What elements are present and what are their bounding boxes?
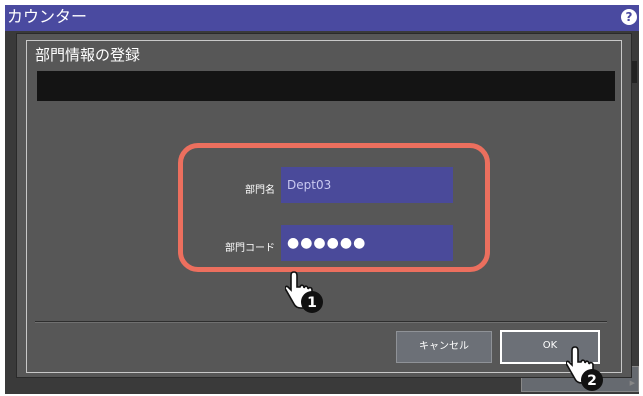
dialog-title: 部門情報の登録 xyxy=(35,46,141,64)
question-icon[interactable]: ? xyxy=(621,9,637,25)
window-title-text: カウンター xyxy=(7,7,88,26)
step-1-number: 1 xyxy=(307,295,317,311)
arrow-right-icon: ▶ xyxy=(629,379,635,387)
step-2-badge: 2 xyxy=(581,369,603,391)
window-title: カウンター ? xyxy=(5,5,639,31)
input-highlight-frame xyxy=(178,143,490,272)
step-2-number: 2 xyxy=(587,373,597,389)
step-1-badge: 1 xyxy=(301,291,323,313)
dialog-separator xyxy=(35,321,607,322)
message-bar xyxy=(37,71,615,101)
cancel-button[interactable]: キャンセル xyxy=(396,331,492,363)
